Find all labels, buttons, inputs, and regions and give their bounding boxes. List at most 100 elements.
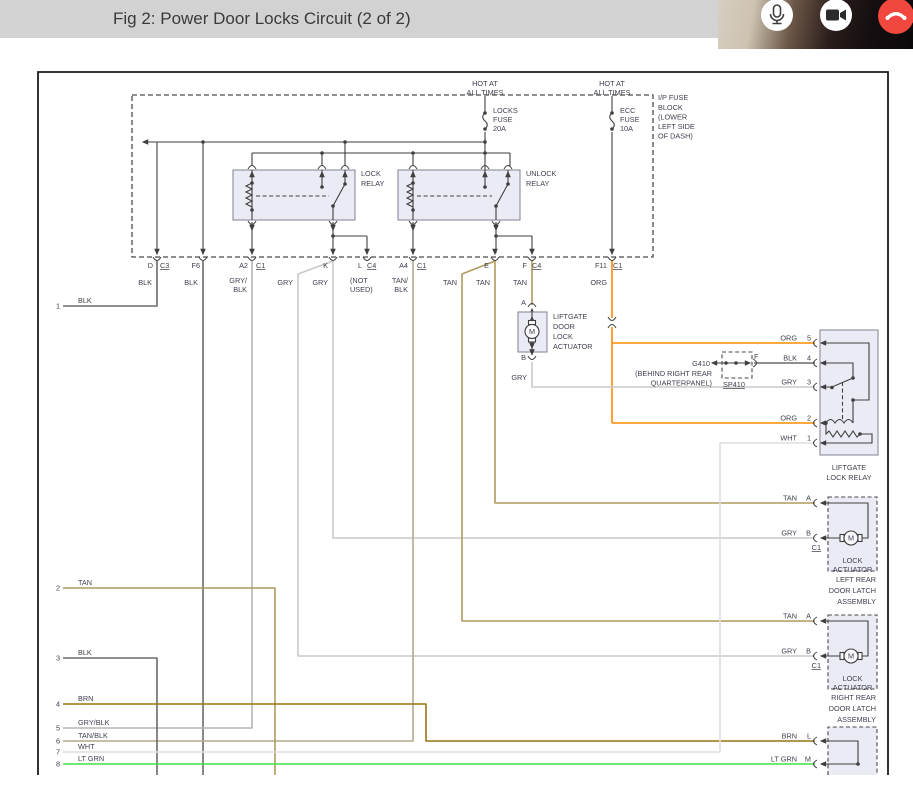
conn-d-conn: C3: [160, 261, 169, 270]
color-a2-1: GRY/: [229, 276, 248, 285]
wire-gry-leftrear: [333, 261, 815, 538]
color-tan2: TAN: [476, 278, 490, 287]
lgr-label-1: LIFTGATE: [832, 463, 866, 472]
wire6-color: TAN/BLK: [78, 731, 108, 740]
color-gry2: GRY: [312, 278, 328, 287]
rr-label-3: ASSEMBLY: [837, 715, 876, 724]
lr-label-3: ASSEMBLY: [837, 597, 876, 606]
wire2-num: 2: [56, 584, 60, 593]
rr-a-pin: A: [806, 612, 811, 621]
lgr-pin3-color: GRY: [781, 378, 797, 387]
lr-a-pin: A: [806, 494, 811, 503]
locks-fuse-3: 20A: [493, 124, 506, 133]
ecc-fuse-symbol: [610, 113, 615, 129]
ecc-fuse-3: 10A: [620, 124, 633, 133]
bb-l-color: BRN: [782, 732, 797, 741]
conn-l-conn: C4: [367, 261, 376, 270]
wire8-num: 8: [56, 760, 60, 769]
locks-fuse-2: FUSE: [493, 115, 513, 124]
conn-e-pin: E: [484, 261, 489, 270]
fuse-block-1: I/P FUSE: [658, 93, 688, 102]
lock-relay-label-1: LOCK: [361, 169, 381, 178]
hot-right-1: HOT AT: [599, 79, 625, 88]
microphone-button[interactable]: [761, 0, 793, 31]
lgr-pin1-num: 1: [807, 434, 811, 443]
actuator-label-2: DOOR: [553, 322, 575, 331]
motor-letter: M: [848, 652, 854, 661]
lr-label-2: DOOR LATCH: [829, 586, 876, 595]
lr-box-label-1: LOCK: [843, 556, 863, 565]
wire6-num: 6: [56, 737, 60, 746]
wire3-num: 3: [56, 654, 60, 663]
fuse-block-4: LEFT SIDE: [658, 122, 695, 131]
lgr-pin2-color: ORG: [780, 414, 797, 423]
note-l-2: USED): [350, 285, 373, 294]
camera-button[interactable]: [820, 0, 852, 31]
lr-b-color: GRY: [781, 529, 797, 538]
note-l-1: (NOT: [350, 276, 368, 285]
wire7-color: WHT: [78, 742, 95, 751]
actuator-pin-a: A: [521, 298, 526, 307]
ecc-fuse-2: FUSE: [620, 115, 640, 124]
bb-m-pin: M: [805, 755, 811, 764]
conn-a4-conn: C1: [417, 261, 426, 270]
rr-label-2: DOOR LATCH: [829, 704, 876, 713]
rr-b-pin: B: [806, 647, 811, 656]
wire-tan-rightrear: [462, 261, 815, 621]
rr-box-label-1: LOCK: [843, 674, 863, 683]
wire2-color: TAN: [78, 578, 92, 587]
lgr-pin5-color: ORG: [780, 334, 797, 343]
actuator-label-4: ACTUATOR: [553, 342, 592, 351]
color-gry1: GRY: [277, 278, 293, 287]
hot-right-2: ALL TIMES: [594, 88, 631, 97]
locks-fuse-symbol: [483, 113, 488, 129]
wire-tanblk-6: [63, 261, 413, 741]
liftgate-lock-relay: [814, 330, 879, 455]
wire1-num: 1: [56, 302, 60, 311]
rr-a-color: TAN: [783, 612, 797, 621]
video-call-overlay: [718, 0, 913, 49]
rr-label-1: RIGHT REAR: [831, 693, 876, 702]
wire4-num: 4: [56, 700, 60, 709]
color-tan1: TAN: [443, 278, 457, 287]
conn-d-pin: D: [148, 261, 153, 270]
lgr-pin5-num: 5: [807, 334, 811, 343]
hot-left-2: ALL TIMES: [467, 88, 504, 97]
actuator-pin-b: B: [521, 353, 526, 362]
lgr-label-2: LOCK RELAY: [826, 473, 871, 482]
hang-up-icon: [883, 6, 909, 26]
wire-tan-2: [63, 588, 275, 775]
lr-box-label-2: ACTUATOR: [833, 565, 872, 574]
color-d: BLK: [138, 278, 152, 287]
ground-name: G410: [692, 359, 710, 368]
wire3-color: BLK: [78, 648, 92, 657]
conn-f6-pin: F6: [191, 261, 200, 270]
color-a4-1: TAN/: [392, 276, 409, 285]
actuator-label-3: LOCK: [553, 332, 573, 341]
color-a4-2: BLK: [394, 285, 408, 294]
hot-left-1: HOT AT: [472, 79, 498, 88]
rr-b-color: GRY: [781, 647, 797, 656]
hang-up-button[interactable]: [878, 0, 913, 34]
conn-a2-pin: A2: [239, 261, 248, 270]
lr-a-color: TAN: [783, 494, 797, 503]
conn-f-pin: F: [523, 261, 528, 270]
wire-wht-7: [63, 443, 815, 752]
conn-f11-conn: C1: [613, 261, 622, 270]
wire-brn-4: [63, 704, 815, 741]
wiring-diagram: M: [0, 0, 913, 811]
fuse-block-2: BLOCK: [658, 103, 683, 112]
ground-pin-f: F: [754, 352, 759, 361]
ground-loc-2: QUARTERPANEL): [651, 379, 712, 388]
conn-k-pin: K: [323, 261, 328, 270]
lgr-pin2-num: 2: [807, 414, 811, 423]
lock-relay: [233, 170, 367, 253]
color-f11: ORG: [590, 278, 607, 287]
color-f6: BLK: [184, 278, 198, 287]
screen: Fig 2: Power Door Locks Circuit (2 of 2): [0, 0, 913, 811]
ground-splice: SP410: [723, 380, 745, 389]
lr-b-pin: B: [806, 529, 811, 538]
fuse-block-5: OF DASH): [658, 132, 693, 141]
conn-l-pin: L: [358, 261, 362, 270]
lr-conn: C1: [812, 543, 821, 552]
